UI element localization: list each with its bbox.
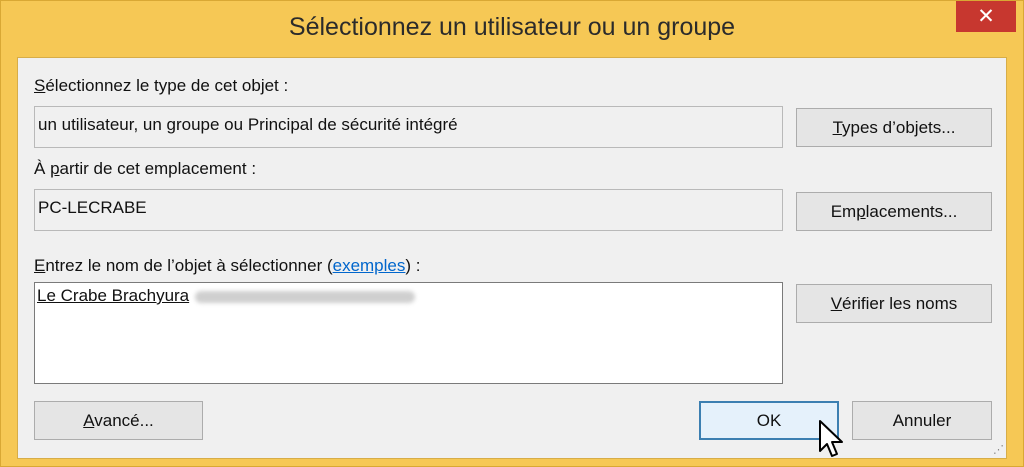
object-types-button[interactable]: Types d’objets... (796, 108, 992, 147)
object-type-label: Sélectionnez le type de cet objet : (34, 76, 288, 96)
title-bar[interactable]: Sélectionnez un utilisateur ou un groupe… (1, 1, 1023, 57)
object-names-label-text: ntrez le nom de l’objet à sélectionner ( (45, 256, 333, 275)
check-names-button[interactable]: Vérifier les noms (796, 284, 992, 323)
location-label: À partir de cet emplacement : (34, 159, 256, 179)
object-names-label: Entrez le nom de l’objet à sélectionner … (34, 256, 420, 276)
locations-button-post: lacements... (865, 202, 958, 221)
object-type-field: un utilisateur, un groupe ou Principal d… (34, 106, 783, 148)
window-title: Sélectionnez un utilisateur ou un groupe (288, 13, 736, 41)
ok-button-label: OK (756, 411, 782, 430)
object-names-input[interactable]: Le Crabe Brachyura (34, 282, 783, 384)
object-types-button-label: ypes d’objets... (842, 118, 956, 137)
location-label-pre: À (34, 159, 51, 178)
check-names-button-accel: V (830, 294, 843, 313)
close-button[interactable]: ✕ (956, 1, 1016, 32)
location-value: PC-LECRABE (38, 198, 147, 217)
close-icon: ✕ (977, 5, 995, 28)
dialog-window: Sélectionnez un utilisateur ou un groupe… (0, 0, 1024, 467)
redacted-email (195, 290, 416, 303)
examples-link[interactable]: exemples (333, 256, 406, 275)
resize-grip-icon[interactable]: ⋰ (993, 443, 1004, 456)
locations-button[interactable]: Emplacements... (796, 192, 992, 231)
dialog-body: Sélectionnez le type de cet objet : un u… (17, 57, 1007, 459)
advanced-button-label: vancé... (94, 411, 154, 430)
location-field: PC-LECRABE (34, 189, 783, 231)
mouse-pointer-icon (819, 420, 843, 457)
cancel-button[interactable]: Annuler (852, 401, 992, 440)
object-types-button-accel: T (832, 118, 843, 137)
object-type-label-text: électionnez le type de cet objet : (45, 76, 289, 95)
resolved-name-entry: Le Crabe Brachyura (37, 286, 190, 305)
locations-button-accel: p (856, 202, 866, 221)
locations-button-pre: Em (830, 202, 857, 221)
object-type-value: un utilisateur, un groupe ou Principal d… (38, 115, 458, 134)
location-label-post: artir de cet emplacement : (59, 159, 257, 178)
location-label-accel: p (50, 159, 60, 178)
object-names-label-accel: E (34, 256, 46, 275)
check-names-button-label: érifier les noms (842, 294, 958, 313)
advanced-button-accel: A (83, 411, 95, 430)
object-type-label-accel: S (34, 76, 46, 95)
object-names-label-end: ) : (405, 256, 421, 275)
cancel-button-label: Annuler (892, 411, 952, 430)
advanced-button[interactable]: Avancé... (34, 401, 203, 440)
